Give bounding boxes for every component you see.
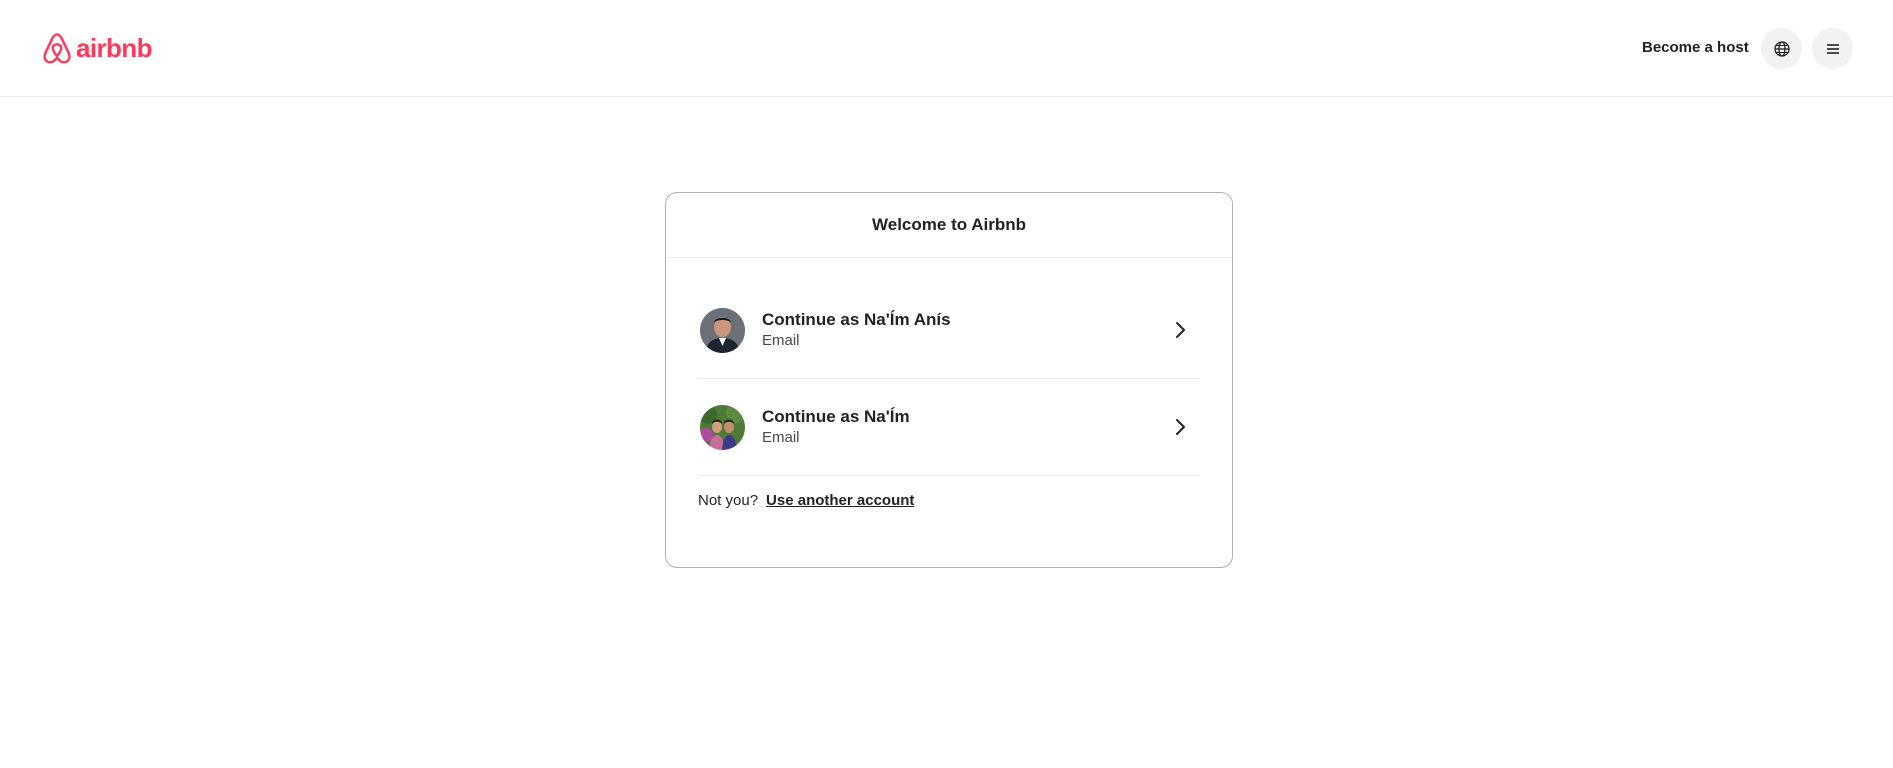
account-option-2[interactable]: Continue as Na'Ím Email	[698, 379, 1200, 476]
chevron-right-icon	[1176, 419, 1185, 435]
login-card: Welcome to Airbnb Continue as Na'Ím Anís…	[665, 192, 1233, 568]
use-another-account-link[interactable]: Use another account	[766, 492, 914, 509]
account-type: Email	[762, 429, 800, 446]
card-header: Welcome to Airbnb	[666, 193, 1232, 258]
airbnb-logo[interactable]: airbnb	[42, 30, 152, 66]
globe-icon	[1773, 40, 1790, 57]
profile-photo-group-outdoors	[700, 404, 745, 450]
account-list: Continue as Na'Ím Anís Email Continue as…	[666, 258, 1232, 509]
profile-photo-man-suit	[700, 307, 745, 353]
not-you-row: Not you? Use another account	[698, 492, 1200, 509]
language-button[interactable]	[1761, 28, 1802, 69]
avatar	[700, 404, 745, 450]
airbnb-logo-icon	[43, 32, 71, 63]
hamburger-menu-icon	[1826, 43, 1839, 54]
top-header: airbnb Become a host	[0, 0, 1893, 97]
account-option-1[interactable]: Continue as Na'Ím Anís Email	[698, 282, 1200, 379]
card-title: Welcome to Airbnb	[872, 215, 1026, 234]
account-name: Continue as Na'Ím Anís	[762, 310, 951, 329]
become-a-host-link[interactable]: Become a host	[1630, 30, 1761, 66]
account-name: Continue as Na'Ím	[762, 407, 910, 426]
main-menu-button[interactable]	[1812, 28, 1853, 69]
chevron-right-icon	[1176, 322, 1185, 338]
not-you-label: Not you?	[698, 492, 759, 509]
account-type: Email	[762, 332, 800, 349]
logo-text: airbnb	[76, 33, 152, 63]
avatar	[700, 307, 745, 353]
